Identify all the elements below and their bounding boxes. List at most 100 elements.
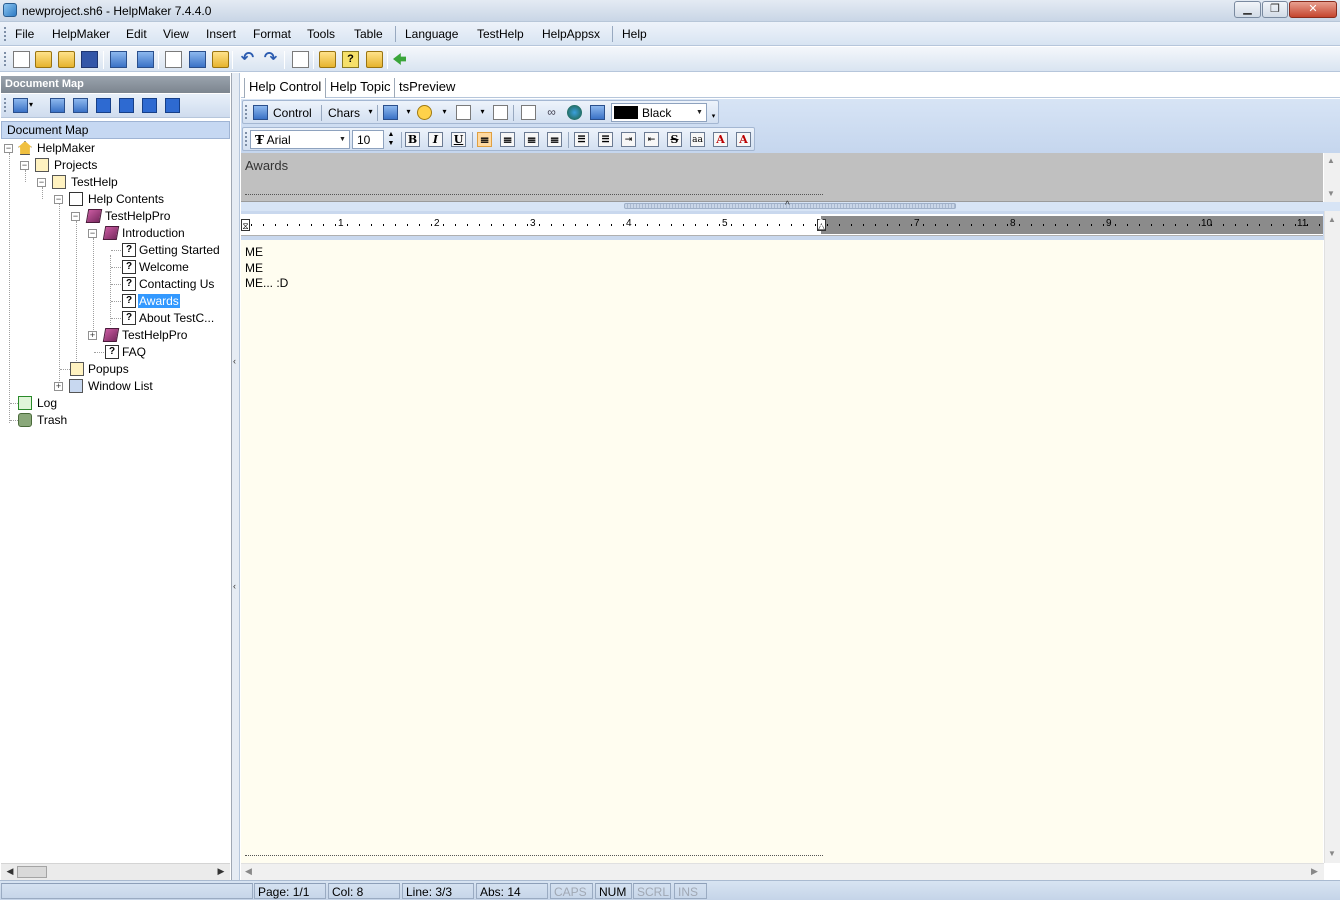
font-size-spinner-icon[interactable]: ▲ ▼ [385,130,397,149]
collapse-icon[interactable]: − [37,178,46,187]
tree-item-trash[interactable]: Trash [0,412,229,429]
menu-insert[interactable]: Insert [206,27,236,41]
splitter-caret-icon[interactable]: ^ [785,200,790,211]
spellcheck-icon[interactable] [137,51,154,68]
italic-button[interactable]: I [428,132,443,147]
control-button[interactable]: Control [273,106,312,120]
move-last-icon[interactable] [165,98,180,113]
panel-splitter[interactable]: ‹ ‹ [232,73,240,880]
panel-toolbar-grip[interactable] [4,98,7,112]
compile-icon[interactable] [319,51,336,68]
properties-icon[interactable] [292,51,309,68]
open-recent-icon[interactable] [58,51,75,68]
splitter-grip[interactable] [624,203,956,209]
tree-item-getting-started[interactable]: ? Getting Started [0,242,229,259]
smiley-icon[interactable] [417,105,432,120]
dropdown-arrow-icon[interactable]: ▼ [337,132,348,147]
move-up-icon[interactable] [119,98,134,113]
move-first-icon[interactable] [96,98,111,113]
bold-button[interactable]: B [405,132,420,147]
scroll-down-icon[interactable]: ▼ [1327,189,1335,198]
menu-edit[interactable]: Edit [126,27,147,41]
tree-item-faq[interactable]: ? FAQ [0,344,229,361]
paste-icon[interactable] [212,51,229,68]
new-file-icon[interactable] [13,51,30,68]
tree-item-popups[interactable]: Popups [0,361,229,378]
list-topic-icon[interactable] [73,98,88,113]
collapse-icon[interactable]: − [54,195,63,204]
book-icon[interactable] [366,51,383,68]
menu-language[interactable]: Language [405,27,458,41]
scroll-up-icon[interactable]: ▲ [1327,156,1335,165]
scroll-down-icon[interactable]: ▼ [1328,849,1336,858]
topic-title-area[interactable]: Awards [241,153,1323,202]
collapse-icon[interactable]: − [4,144,13,153]
tree-horizontal-scrollbar[interactable]: ◀ ▶ [1,863,230,880]
tree-item-log[interactable]: Log [0,395,229,412]
topic-editor[interactable]: ME ME ME... :D [241,240,1323,863]
tree-item-contacting-us[interactable]: ? Contacting Us [0,276,229,293]
popup-link-icon[interactable] [590,105,605,120]
tree-item-testhelppro-2[interactable]: + TestHelpPro [0,327,229,344]
scroll-up-icon[interactable]: ▲ [1328,215,1336,224]
maximize-button[interactable]: ❐ [1262,1,1288,18]
tree-item-about[interactable]: ? About TestC... [0,310,229,327]
small-caps-button[interactable]: aa [690,132,705,147]
cut-icon[interactable] [189,51,206,68]
justify-icon[interactable]: ≡ [547,132,562,147]
editor-horizontal-scrollbar[interactable]: ◀ ▶ [241,863,1324,880]
font-size-input[interactable]: 10 [352,130,384,149]
color-select[interactable]: Black ▼ [611,103,707,122]
align-right-icon[interactable]: ≡ [524,132,539,147]
align-center-icon[interactable]: ≡ [500,132,515,147]
tab-tspreview[interactable]: tsPreview [395,78,459,98]
link-icon[interactable]: ∞ [544,105,559,120]
back-arrow-icon[interactable] [393,53,406,65]
title-splitter[interactable]: ^ [241,200,1340,211]
tree-item-projects[interactable]: − Projects [0,157,229,174]
insert-field-icon[interactable] [493,105,508,120]
collapse-icon[interactable]: − [71,212,80,221]
move-down-icon[interactable] [142,98,157,113]
copy-icon[interactable] [165,51,182,68]
open-folder-icon[interactable] [35,51,52,68]
tree-item-testhelp[interactable]: − TestHelp [0,174,229,191]
menu-table[interactable]: Table [354,27,383,41]
tree-item-help-contents[interactable]: − Help Contents [0,191,229,208]
menu-helpappsx[interactable]: HelpAppsx [542,27,600,41]
save-icon[interactable] [81,51,98,68]
font-select[interactable]: Ŧ Arial ▼ [250,130,350,149]
strikethrough-button[interactable]: S [667,132,682,147]
undo-icon[interactable]: ↶ [239,51,256,68]
scroll-right-icon[interactable]: ▶ [214,866,228,879]
indent-icon[interactable]: ⇥ [621,132,636,147]
left-indent-marker[interactable]: ⧖ [241,219,250,231]
collapse-left-icon[interactable]: ‹ [233,581,236,591]
tree-item-welcome[interactable]: ? Welcome [0,259,229,276]
insert-image-icon[interactable] [383,105,398,120]
menu-helpmaker[interactable]: HelpMaker [52,27,110,41]
scroll-left-icon[interactable]: ◀ [245,866,252,877]
help-icon[interactable]: ? [342,51,359,68]
edit-topic-icon[interactable] [50,98,65,113]
toolbar-grip[interactable] [245,105,248,119]
dropdown-arrow-icon[interactable]: ▼ [694,105,705,120]
menu-testhelp[interactable]: TestHelp [477,27,524,41]
close-button[interactable]: ✕ [1289,1,1337,18]
subscript-icon[interactable]: A [736,132,751,147]
tree-item-testhelppro[interactable]: − TestHelpPro [0,208,229,225]
image-dropdown-icon[interactable]: ▾ [401,105,416,120]
menu-file[interactable]: File [15,27,34,41]
toolbar-grip[interactable] [4,52,7,66]
collapse-icon[interactable]: − [88,229,97,238]
align-left-icon[interactable]: ≡ [477,132,492,147]
minimize-button[interactable]: ▁ [1234,1,1261,18]
find-icon[interactable] [110,51,127,68]
tree-item-introduction[interactable]: − Introduction [0,225,229,242]
numbering-icon[interactable]: ☰ [598,132,613,147]
toolbar-overflow-icon[interactable]: ▾ [709,113,718,122]
chars-button[interactable]: Chars [328,106,360,120]
outdent-icon[interactable]: ⇤ [644,132,659,147]
editor-vertical-scrollbar[interactable]: ▲ ▼ [1324,211,1340,863]
menu-grip[interactable] [4,27,7,41]
